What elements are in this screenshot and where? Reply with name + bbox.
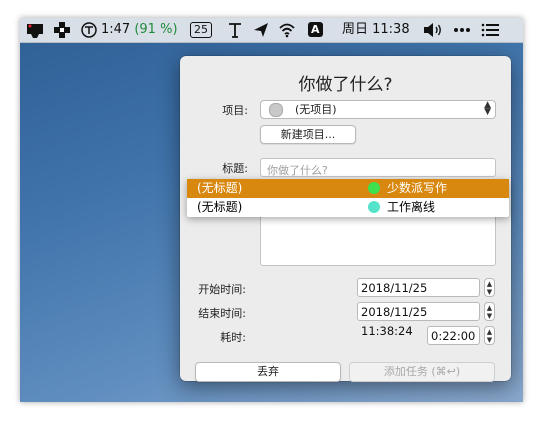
end-time-label: 结束时间: bbox=[198, 307, 246, 320]
duration-field[interactable]: 0:22:00 bbox=[427, 326, 480, 345]
add-task-button[interactable]: 添加任务 (⌘↩) bbox=[349, 362, 495, 382]
typography-icon[interactable] bbox=[228, 18, 242, 42]
timer-time: 1:47 bbox=[101, 22, 131, 37]
notes-textarea[interactable] bbox=[260, 212, 496, 266]
badge-25[interactable]: 25 bbox=[190, 18, 212, 42]
wifi-icon[interactable] bbox=[278, 18, 296, 42]
suggestion-title: (无标题) bbox=[197, 181, 243, 195]
screen-icon[interactable] bbox=[26, 18, 44, 42]
log-activity-dialog: 你做了什么? 项目: (无项目) ▲▼ 新建项目... 标题: 开始时间: 20… bbox=[180, 56, 511, 382]
suggestion-row[interactable]: (无标题) 少数派写作 bbox=[187, 179, 509, 198]
title-label: 标题: bbox=[222, 162, 248, 175]
timer-percent: (91 %) bbox=[134, 22, 178, 37]
more-dots-icon[interactable] bbox=[453, 18, 471, 42]
dialog-title: 你做了什么? bbox=[298, 75, 393, 95]
list-menu-icon[interactable] bbox=[481, 18, 501, 42]
input-source-letter: A bbox=[308, 22, 323, 37]
new-project-button[interactable]: 新建项目... bbox=[260, 125, 356, 144]
discard-button[interactable]: 丢弃 bbox=[195, 362, 341, 382]
volume-icon[interactable] bbox=[422, 18, 444, 42]
title-suggestions-dropdown: (无标题) 少数派写作 (无标题) 工作离线 bbox=[187, 179, 509, 217]
suggestion-title: (无标题) bbox=[197, 200, 243, 214]
clock-datetime[interactable]: 周日 11:38 bbox=[342, 18, 410, 42]
project-color-dot bbox=[368, 201, 380, 213]
end-time-stepper[interactable]: ▲ ▼ bbox=[484, 302, 495, 321]
project-color-dot bbox=[368, 182, 380, 194]
timer-icon[interactable] bbox=[80, 18, 98, 42]
suggestion-project: 少数派写作 bbox=[387, 181, 448, 195]
duration-label: 耗时: bbox=[220, 331, 246, 344]
input-source-badge[interactable]: A bbox=[308, 18, 323, 42]
start-time-stepper[interactable]: ▲ ▼ bbox=[484, 278, 495, 297]
start-time-label: 开始时间: bbox=[198, 283, 246, 296]
suggestion-row[interactable]: (无标题) 工作离线 bbox=[187, 198, 509, 217]
chevron-updown-icon: ▲ ▼ bbox=[484, 100, 491, 117]
title-field[interactable] bbox=[260, 158, 496, 179]
duration-stepper[interactable]: ▲ ▼ bbox=[484, 326, 495, 345]
title-input[interactable] bbox=[261, 162, 493, 179]
project-label: 项目: bbox=[222, 104, 248, 117]
send-icon[interactable] bbox=[252, 18, 270, 42]
plus-cross-icon[interactable] bbox=[53, 18, 71, 42]
desktop: 1:47 (91 %) 25 A 周日 11:38 你做了什么? 项目: (无项… bbox=[20, 18, 523, 402]
project-select[interactable]: (无项目) ▲ ▼ bbox=[260, 100, 496, 119]
timer-status[interactable]: 1:47 (91 %) bbox=[101, 18, 178, 42]
project-select-value: (无项目) bbox=[295, 103, 337, 116]
badge-number: 25 bbox=[190, 22, 212, 38]
suggestion-project: 工作离线 bbox=[387, 200, 436, 214]
project-color-dot bbox=[269, 103, 283, 117]
start-time-field[interactable]: 2018/11/25 11:16:24 bbox=[357, 278, 480, 314]
menu-bar: 1:47 (91 %) 25 A 周日 11:38 bbox=[20, 18, 523, 43]
end-time-field[interactable]: 2018/11/25 11:38:24 bbox=[357, 302, 480, 338]
